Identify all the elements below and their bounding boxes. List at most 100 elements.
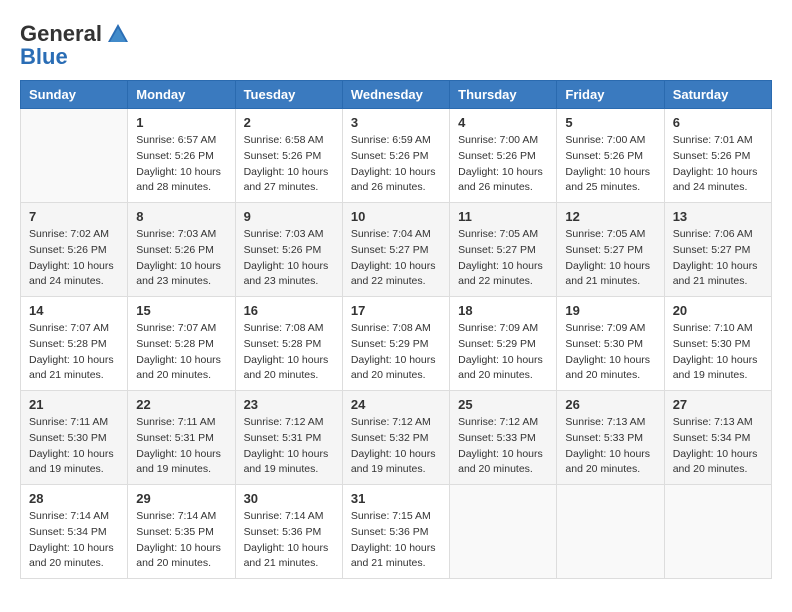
calendar-cell: 2Sunrise: 6:58 AMSunset: 5:26 PMDaylight…: [235, 109, 342, 203]
day-number: 4: [458, 115, 548, 130]
week-row-4: 21 Sunrise: 7:11 AMSunset: 5:30 PMDayligh…: [21, 391, 772, 485]
calendar-cell: 20 Sunrise: 7:10 AMSunset: 5:30 PMDayligh…: [664, 297, 771, 391]
day-info: Sunrise: 7:09 AMSunset: 5:30 PMDaylight:…: [565, 321, 655, 384]
logo-icon: [104, 20, 132, 48]
calendar-cell: 18 Sunrise: 7:09 AMSunset: 5:29 PMDayligh…: [450, 297, 557, 391]
day-info: Sunrise: 7:11 AMSunset: 5:31 PMDaylight:…: [136, 415, 226, 478]
day-number: 29: [136, 491, 226, 506]
weekday-header-sunday: Sunday: [21, 81, 128, 109]
day-info: Sunrise: 7:07 AMSunset: 5:28 PMDaylight:…: [136, 321, 226, 384]
day-info: Sunrise: 7:03 AMSunset: 5:26 PMDaylight:…: [136, 227, 226, 290]
day-number: 16: [244, 303, 334, 318]
calendar-cell: 15 Sunrise: 7:07 AMSunset: 5:28 PMDayligh…: [128, 297, 235, 391]
calendar-cell: 7 Sunrise: 7:02 AMSunset: 5:26 PMDaylight…: [21, 203, 128, 297]
day-info: Sunrise: 7:14 AMSunset: 5:34 PMDaylight:…: [29, 509, 119, 572]
day-number: 3: [351, 115, 441, 130]
day-info: Sunrise: 7:00 AMSunset: 5:26 PMDaylight:…: [565, 133, 655, 196]
day-info: Sunrise: 7:08 AMSunset: 5:28 PMDaylight:…: [244, 321, 334, 384]
calendar-cell: 4 Sunrise: 7:00 AMSunset: 5:26 PMDaylight…: [450, 109, 557, 203]
calendar-cell: 29 Sunrise: 7:14 AMSunset: 5:35 PMDayligh…: [128, 485, 235, 579]
day-number: 27: [673, 397, 763, 412]
day-number: 31: [351, 491, 441, 506]
day-info: Sunrise: 7:13 AMSunset: 5:34 PMDaylight:…: [673, 415, 763, 478]
day-number: 17: [351, 303, 441, 318]
weekday-header-row: SundayMondayTuesdayWednesdayThursdayFrid…: [21, 81, 772, 109]
calendar-cell: 25 Sunrise: 7:12 AMSunset: 5:33 PMDayligh…: [450, 391, 557, 485]
day-info: Sunrise: 7:05 AMSunset: 5:27 PMDaylight:…: [565, 227, 655, 290]
calendar-cell: 27 Sunrise: 7:13 AMSunset: 5:34 PMDayligh…: [664, 391, 771, 485]
calendar-cell: 26 Sunrise: 7:13 AMSunset: 5:33 PMDayligh…: [557, 391, 664, 485]
calendar-cell: 21 Sunrise: 7:11 AMSunset: 5:30 PMDayligh…: [21, 391, 128, 485]
day-info: Sunrise: 7:09 AMSunset: 5:29 PMDaylight:…: [458, 321, 548, 384]
day-number: 12: [565, 209, 655, 224]
day-info: Sunrise: 7:00 AMSunset: 5:26 PMDaylight:…: [458, 133, 548, 196]
calendar-cell: 16 Sunrise: 7:08 AMSunset: 5:28 PMDayligh…: [235, 297, 342, 391]
calendar-cell: 11 Sunrise: 7:05 AMSunset: 5:27 PMDayligh…: [450, 203, 557, 297]
day-info: Sunrise: 7:12 AMSunset: 5:32 PMDaylight:…: [351, 415, 441, 478]
header: General Blue: [20, 20, 772, 70]
calendar-cell: 9Sunrise: 7:03 AMSunset: 5:26 PMDaylight…: [235, 203, 342, 297]
calendar-cell: 28 Sunrise: 7:14 AMSunset: 5:34 PMDayligh…: [21, 485, 128, 579]
weekday-header-saturday: Saturday: [664, 81, 771, 109]
day-info: Sunrise: 7:10 AMSunset: 5:30 PMDaylight:…: [673, 321, 763, 384]
calendar-cell: 22Sunrise: 7:11 AMSunset: 5:31 PMDayligh…: [128, 391, 235, 485]
day-info: Sunrise: 7:15 AMSunset: 5:36 PMDaylight:…: [351, 509, 441, 572]
day-number: 25: [458, 397, 548, 412]
day-number: 1: [136, 115, 226, 130]
calendar: SundayMondayTuesdayWednesdayThursdayFrid…: [20, 80, 772, 579]
calendar-cell: 1 Sunrise: 6:57 AMSunset: 5:26 PMDaylight…: [128, 109, 235, 203]
calendar-cell: 24 Sunrise: 7:12 AMSunset: 5:32 PMDayligh…: [342, 391, 449, 485]
day-number: 18: [458, 303, 548, 318]
calendar-cell: 3 Sunrise: 6:59 AMSunset: 5:26 PMDaylight…: [342, 109, 449, 203]
week-row-1: 1 Sunrise: 6:57 AMSunset: 5:26 PMDaylight…: [21, 109, 772, 203]
weekday-header-wednesday: Wednesday: [342, 81, 449, 109]
day-info: Sunrise: 7:06 AMSunset: 5:27 PMDaylight:…: [673, 227, 763, 290]
calendar-cell: 10 Sunrise: 7:04 AMSunset: 5:27 PMDayligh…: [342, 203, 449, 297]
day-number: 6: [673, 115, 763, 130]
calendar-cell: 13 Sunrise: 7:06 AMSunset: 5:27 PMDayligh…: [664, 203, 771, 297]
day-number: 24: [351, 397, 441, 412]
day-number: 7: [29, 209, 119, 224]
week-row-2: 7 Sunrise: 7:02 AMSunset: 5:26 PMDaylight…: [21, 203, 772, 297]
weekday-header-friday: Friday: [557, 81, 664, 109]
day-info: Sunrise: 7:14 AMSunset: 5:35 PMDaylight:…: [136, 509, 226, 572]
day-info: Sunrise: 7:04 AMSunset: 5:27 PMDaylight:…: [351, 227, 441, 290]
day-number: 14: [29, 303, 119, 318]
calendar-cell: [664, 485, 771, 579]
day-number: 23: [244, 397, 334, 412]
day-info: Sunrise: 7:02 AMSunset: 5:26 PMDaylight:…: [29, 227, 119, 290]
calendar-cell: 6 Sunrise: 7:01 AMSunset: 5:26 PMDaylight…: [664, 109, 771, 203]
day-number: 21: [29, 397, 119, 412]
logo: General Blue: [20, 20, 132, 70]
day-info: Sunrise: 7:01 AMSunset: 5:26 PMDaylight:…: [673, 133, 763, 196]
day-info: Sunrise: 7:13 AMSunset: 5:33 PMDaylight:…: [565, 415, 655, 478]
calendar-cell: [450, 485, 557, 579]
week-row-3: 14 Sunrise: 7:07 AMSunset: 5:28 PMDayligh…: [21, 297, 772, 391]
day-number: 20: [673, 303, 763, 318]
week-row-5: 28 Sunrise: 7:14 AMSunset: 5:34 PMDayligh…: [21, 485, 772, 579]
day-info: Sunrise: 7:11 AMSunset: 5:30 PMDaylight:…: [29, 415, 119, 478]
day-number: 13: [673, 209, 763, 224]
day-number: 19: [565, 303, 655, 318]
day-number: 2: [244, 115, 334, 130]
calendar-cell: 14 Sunrise: 7:07 AMSunset: 5:28 PMDayligh…: [21, 297, 128, 391]
day-info: Sunrise: 7:05 AMSunset: 5:27 PMDaylight:…: [458, 227, 548, 290]
day-info: Sunrise: 7:12 AMSunset: 5:33 PMDaylight:…: [458, 415, 548, 478]
day-info: Sunrise: 6:59 AMSunset: 5:26 PMDaylight:…: [351, 133, 441, 196]
calendar-cell: 8Sunrise: 7:03 AMSunset: 5:26 PMDaylight…: [128, 203, 235, 297]
day-info: Sunrise: 7:07 AMSunset: 5:28 PMDaylight:…: [29, 321, 119, 384]
day-info: Sunrise: 7:03 AMSunset: 5:26 PMDaylight:…: [244, 227, 334, 290]
day-info: Sunrise: 6:57 AMSunset: 5:26 PMDaylight:…: [136, 133, 226, 196]
day-info: Sunrise: 7:08 AMSunset: 5:29 PMDaylight:…: [351, 321, 441, 384]
day-info: Sunrise: 7:14 AMSunset: 5:36 PMDaylight:…: [244, 509, 334, 572]
calendar-cell: 23 Sunrise: 7:12 AMSunset: 5:31 PMDayligh…: [235, 391, 342, 485]
day-number: 28: [29, 491, 119, 506]
calendar-cell: 19 Sunrise: 7:09 AMSunset: 5:30 PMDayligh…: [557, 297, 664, 391]
day-number: 10: [351, 209, 441, 224]
day-number: 15: [136, 303, 226, 318]
day-number: 11: [458, 209, 548, 224]
day-info: Sunrise: 7:12 AMSunset: 5:31 PMDaylight:…: [244, 415, 334, 478]
day-number: 26: [565, 397, 655, 412]
weekday-header-monday: Monday: [128, 81, 235, 109]
calendar-cell: 5Sunrise: 7:00 AMSunset: 5:26 PMDaylight…: [557, 109, 664, 203]
